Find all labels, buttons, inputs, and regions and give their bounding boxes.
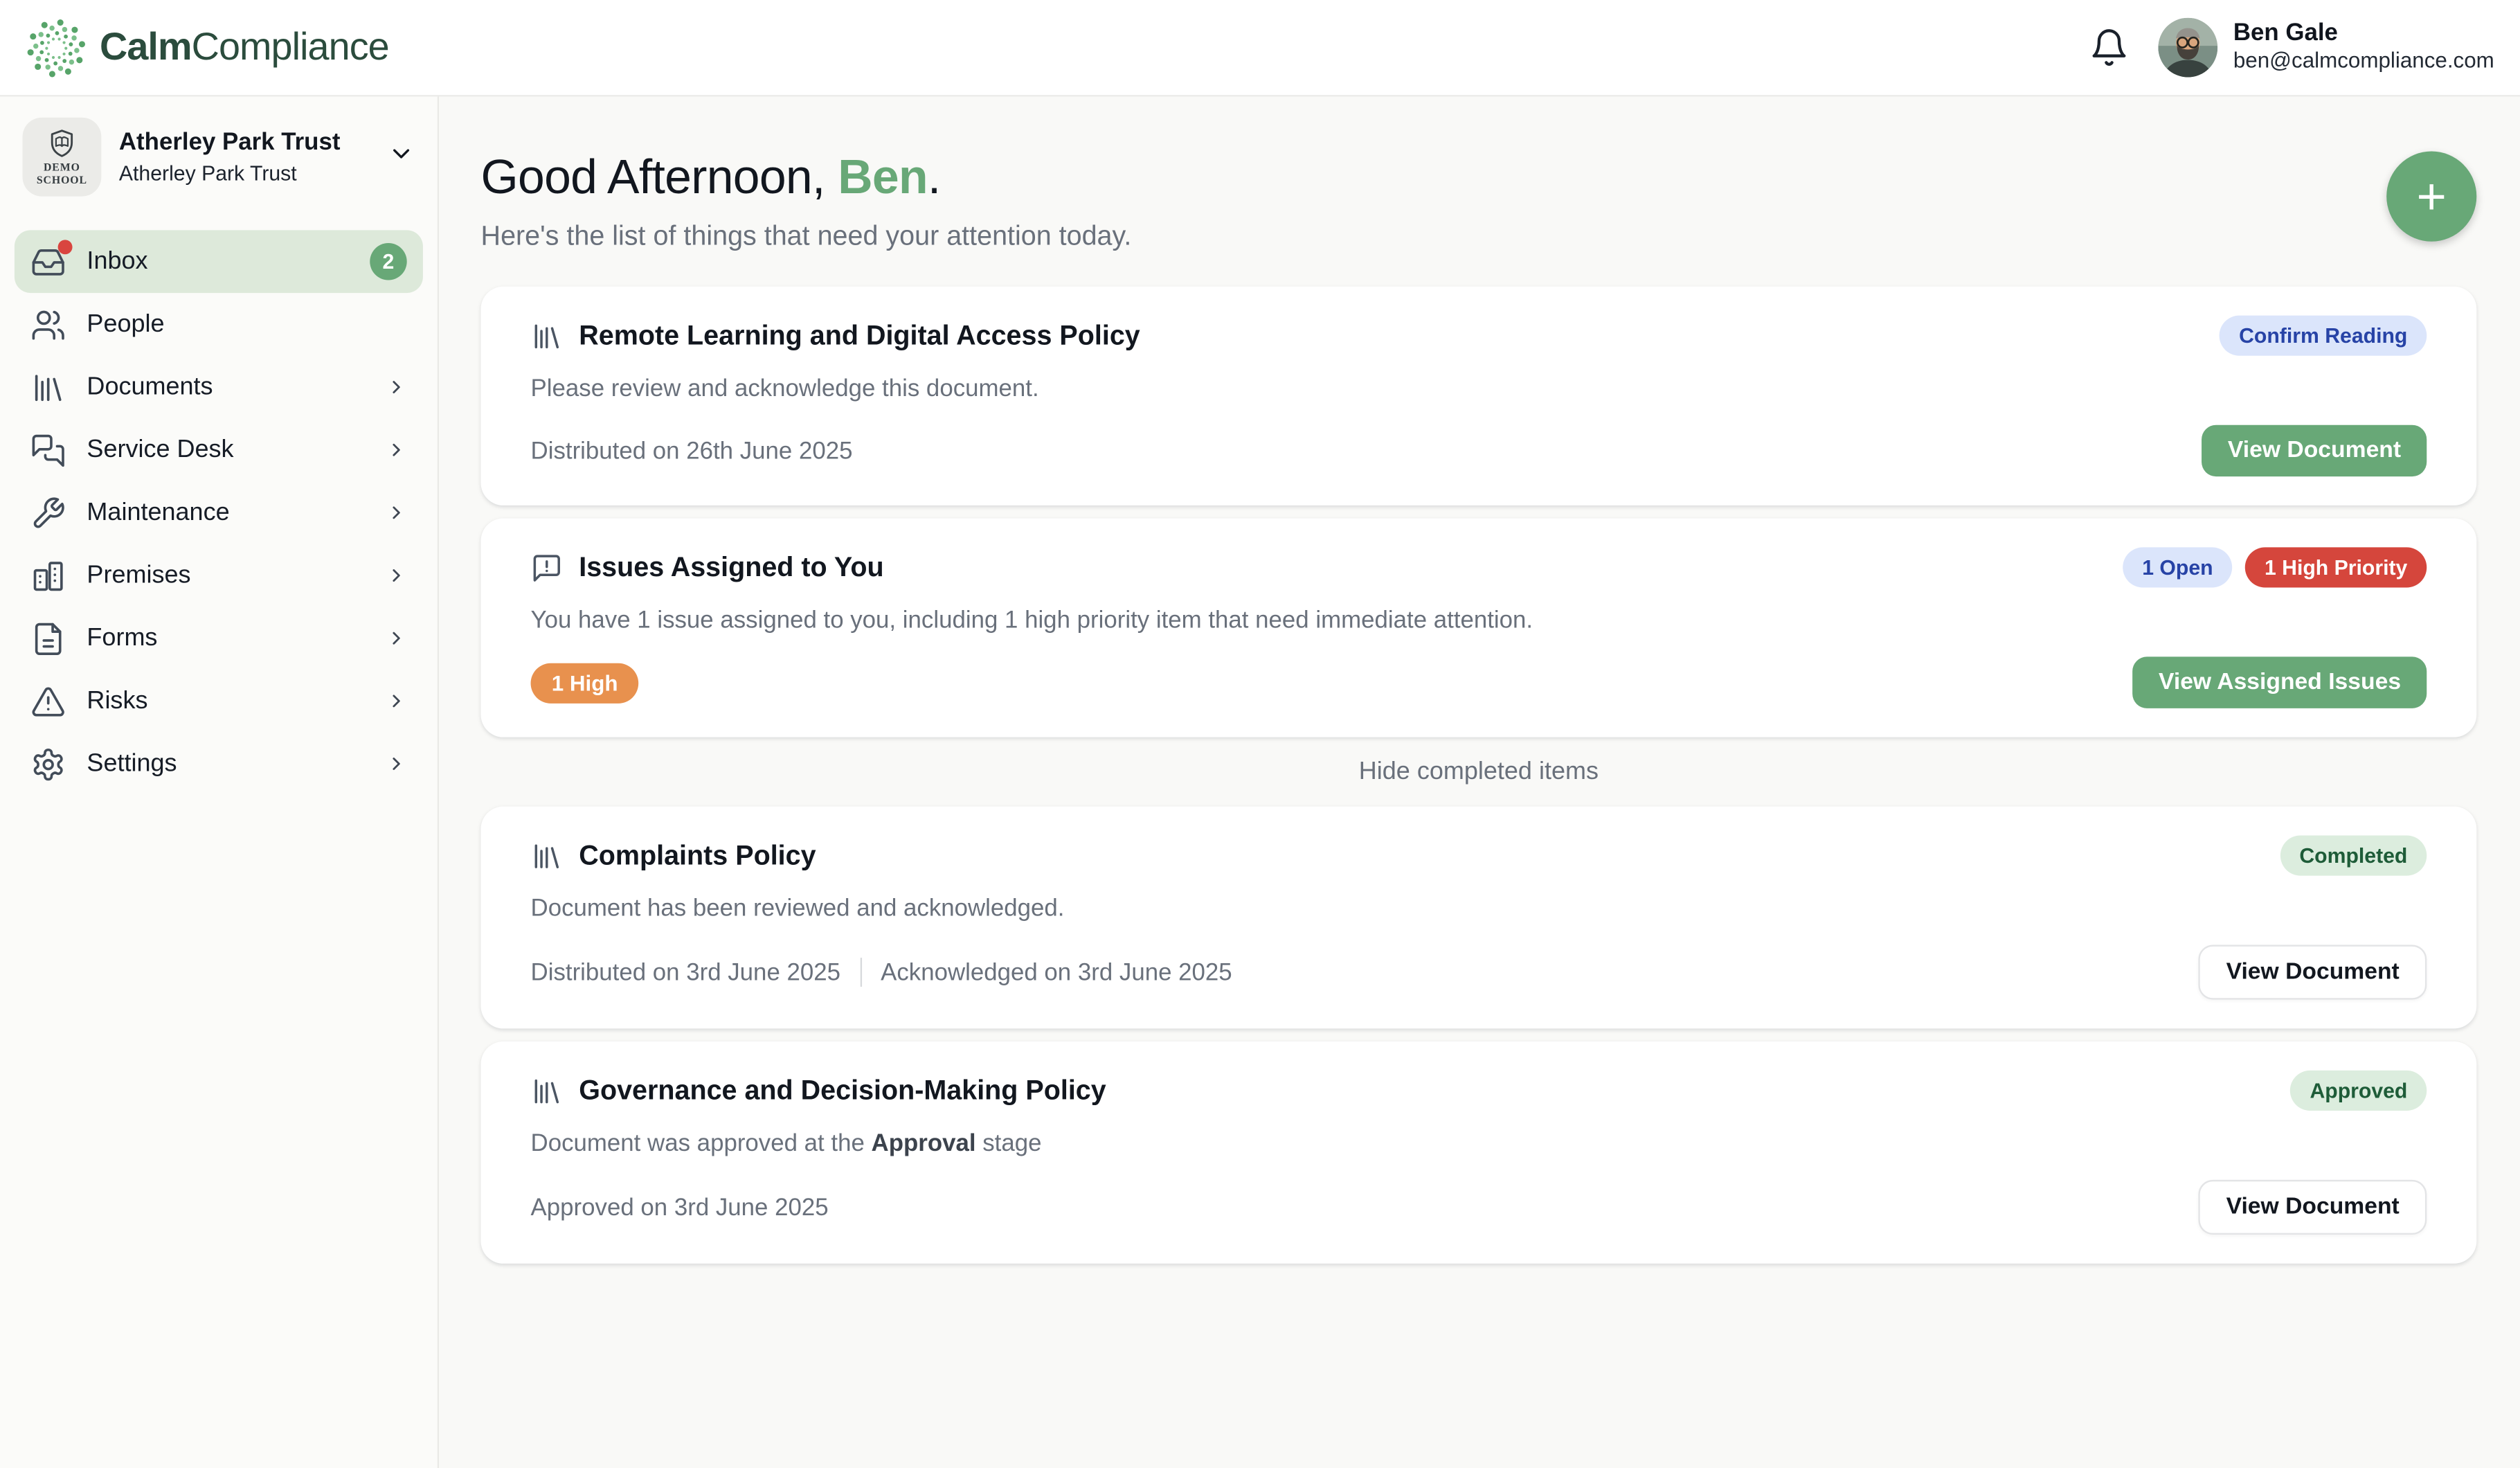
issue-alert-icon [531, 551, 563, 583]
org-logo-line1: DEMO [37, 163, 87, 174]
sidebar-item-maintenance[interactable]: Maintenance [15, 481, 423, 544]
status-badge: Completed [2280, 835, 2427, 875]
card-description: You have 1 issue assigned to you, includ… [531, 607, 2427, 634]
card-title: Complaints Policy [579, 839, 816, 871]
chevron-right-icon [386, 628, 406, 649]
maintenance-icon [30, 495, 66, 530]
chevron-right-icon [386, 440, 406, 460]
document-library-icon [531, 319, 563, 351]
sidebar-item-risks[interactable]: Risks [15, 670, 423, 733]
app-screen: CalmCompliance [0, 0, 2520, 1468]
hide-completed-toggle[interactable]: Hide completed items [481, 758, 2477, 787]
notifications-button[interactable] [2089, 28, 2129, 68]
risks-icon [30, 683, 66, 719]
distributed-date: Distributed on 3rd June 2025 [531, 958, 840, 986]
card-description: Document was approved at the Approval st… [531, 1130, 2427, 1158]
people-icon [30, 307, 66, 342]
task-card-issues-assigned: Issues Assigned to You 1 Open 1 High Pri… [481, 519, 2477, 737]
card-title: Governance and Decision-Making Policy [579, 1075, 1106, 1107]
page-title: Good Afternoon, Ben. [481, 152, 1132, 206]
chevron-down-icon [388, 139, 415, 174]
sidebar-item-label: Inbox [87, 247, 147, 276]
brand-name: CalmCompliance [100, 25, 389, 70]
sidebar-item-settings[interactable]: Settings [15, 733, 423, 796]
high-count-badge: 1 High [531, 663, 639, 703]
service-desk-icon [30, 432, 66, 467]
approved-date: Approved on 3rd June 2025 [531, 1194, 829, 1221]
open-count-badge: 1 Open [2123, 547, 2232, 587]
sidebar-item-label: People [87, 310, 164, 339]
task-card-complaints-policy: Complaints Policy Completed Document has… [481, 807, 2477, 1029]
sidebar: DEMO SCHOOL Atherley Park Trust Atherley… [0, 96, 439, 1468]
unread-dot [58, 239, 73, 253]
sidebar-nav: Inbox 2 People Documents Service Desk Mainten… [0, 211, 438, 796]
view-document-button[interactable]: View Document [2202, 425, 2427, 476]
view-document-button[interactable]: View Document [2199, 945, 2427, 1000]
view-document-button[interactable]: View Document [2199, 1180, 2427, 1235]
sidebar-item-label: Documents [87, 373, 213, 402]
sidebar-item-label: Premises [87, 561, 190, 590]
user-menu[interactable]: Ben Gale ben@calmcompliance.com [2158, 18, 2494, 78]
greeting-user-name: Ben [838, 152, 928, 205]
sidebar-item-service-desk[interactable]: Service Desk [15, 418, 423, 481]
card-description: Document has been reviewed and acknowled… [531, 895, 2427, 922]
sidebar-item-label: Risks [87, 686, 147, 715]
org-subtitle: Atherley Park Trust [119, 161, 370, 185]
status-badge: Approved [2291, 1071, 2427, 1111]
document-library-icon [531, 839, 563, 871]
org-title: Atherley Park Trust [119, 129, 370, 158]
sidebar-item-label: Settings [87, 749, 177, 778]
forms-icon [30, 620, 66, 656]
divider [860, 958, 861, 987]
chevron-right-icon [386, 690, 406, 711]
view-assigned-issues-button[interactable]: View Assigned Issues [2133, 656, 2427, 708]
card-title: Remote Learning and Digital Access Polic… [579, 319, 1140, 351]
sidebar-item-people[interactable]: People [15, 293, 423, 356]
stage-name: Approval [872, 1130, 976, 1158]
task-card-governance-policy: Governance and Decision-Making Policy Ap… [481, 1041, 2477, 1264]
main-content: Good Afternoon, Ben. Here's the list of … [439, 96, 2520, 1468]
sidebar-item-inbox[interactable]: Inbox 2 [15, 230, 423, 293]
chevron-right-icon [386, 753, 406, 774]
avatar [2158, 18, 2217, 78]
premises-icon [30, 557, 66, 593]
org-logo-line2: SCHOOL [37, 174, 87, 186]
sidebar-item-documents[interactable]: Documents [15, 356, 423, 419]
user-name: Ben Gale [2233, 19, 2494, 49]
settings-icon [30, 746, 66, 781]
documents-icon [30, 369, 66, 404]
document-library-icon [531, 1075, 563, 1107]
org-selector[interactable]: DEMO SCHOOL Atherley Park Trust Atherley… [0, 96, 438, 211]
card-description: Please review and acknowledge this docum… [531, 375, 2427, 403]
brand-logo: CalmCompliance [26, 17, 389, 78]
calmcompliance-spiral-icon [26, 17, 87, 78]
status-badge: Confirm Reading [2220, 316, 2427, 356]
chevron-right-icon [386, 377, 406, 397]
user-email: ben@calmcompliance.com [2233, 49, 2494, 76]
distributed-date: Distributed on 26th June 2025 [531, 437, 853, 465]
chevron-right-icon [386, 565, 406, 586]
org-logo: DEMO SCHOOL [23, 118, 102, 197]
shield-book-icon [45, 127, 79, 161]
sidebar-item-premises[interactable]: Premises [15, 544, 423, 607]
high-priority-badge: 1 High Priority [2245, 547, 2427, 587]
top-header: CalmCompliance [0, 0, 2520, 96]
sidebar-item-label: Forms [87, 624, 157, 653]
inbox-icon [30, 244, 66, 279]
page-subtitle: Here's the list of things that need your… [481, 220, 1132, 252]
inbox-count-badge: 2 [370, 243, 406, 280]
chevron-right-icon [386, 502, 406, 523]
sidebar-item-label: Service Desk [87, 436, 233, 465]
plus-icon: + [2417, 170, 2447, 222]
card-title: Issues Assigned to You [579, 551, 883, 583]
bell-icon [2089, 28, 2129, 68]
sidebar-item-forms[interactable]: Forms [15, 607, 423, 670]
task-card-remote-learning-policy: Remote Learning and Digital Access Polic… [481, 287, 2477, 505]
sidebar-item-label: Maintenance [87, 498, 229, 527]
acknowledged-date: Acknowledged on 3rd June 2025 [881, 958, 1232, 986]
add-button[interactable]: + [2386, 152, 2476, 242]
